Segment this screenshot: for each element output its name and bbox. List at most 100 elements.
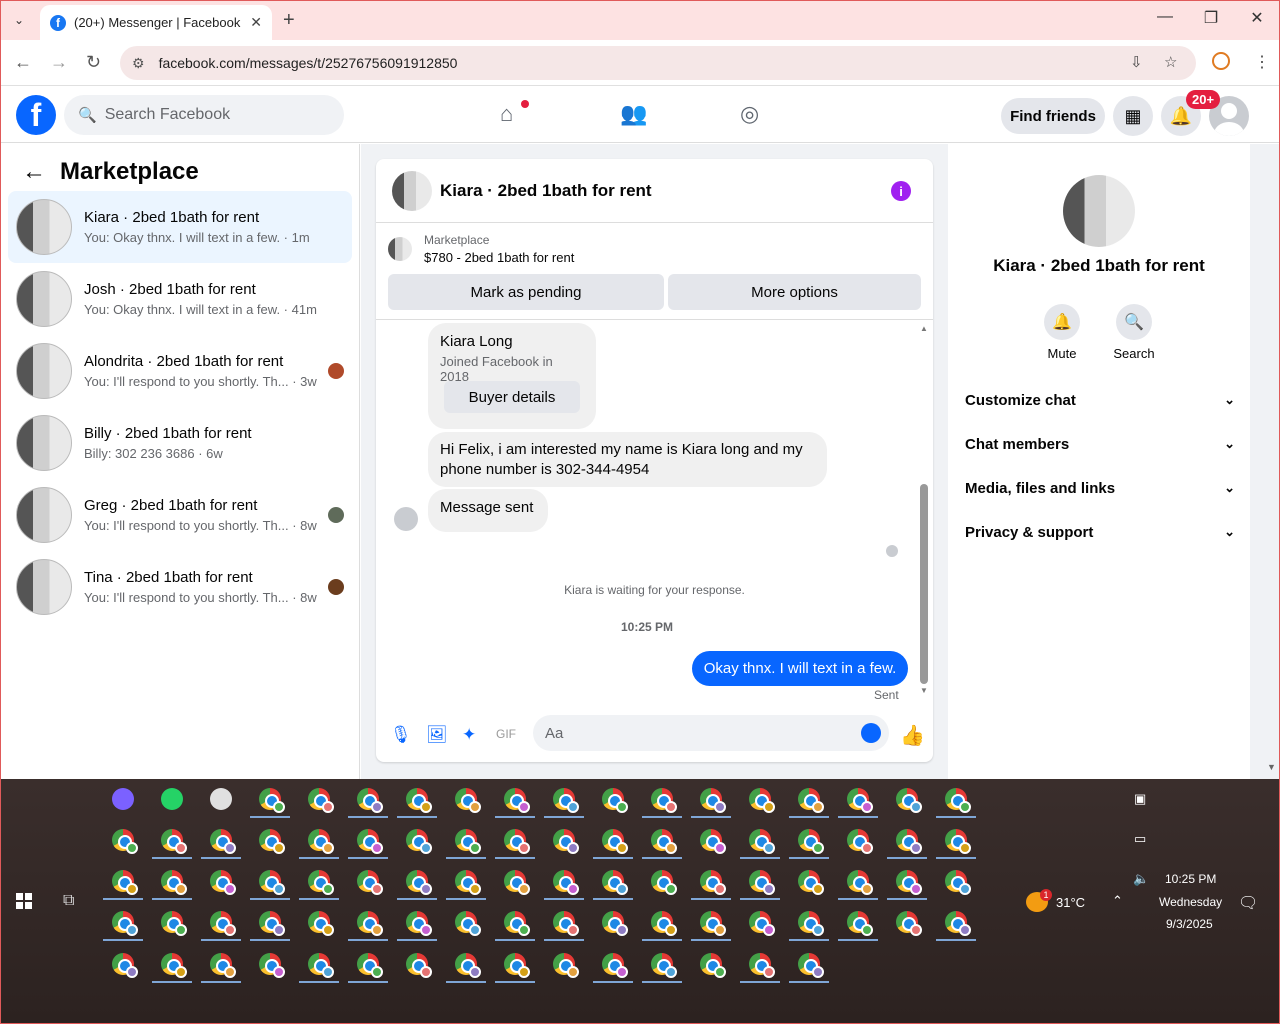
back-arrow-icon[interactable]: ← (22, 158, 46, 186)
find-friends-button[interactable]: Find friends (1001, 98, 1105, 134)
chrome-profile-icon[interactable] (700, 870, 726, 895)
chrome-profile-icon[interactable] (798, 911, 824, 936)
chrome-profile-icon[interactable] (896, 788, 922, 813)
section-chat-members[interactable]: Chat members ⌄ (965, 436, 1235, 453)
chrome-profile-icon[interactable] (259, 870, 285, 895)
chrome-profile-icon[interactable] (896, 911, 922, 936)
conversation-item[interactable]: Greg · 2bed 1bath for rent You: I'll res… (8, 479, 352, 551)
section-privacy-support[interactable]: Privacy & support ⌄ (965, 524, 1235, 541)
chrome-profile-icon[interactable] (847, 829, 873, 854)
chrome-profile-icon[interactable] (945, 788, 971, 813)
menu-grid-icon[interactable]: ▦ (1113, 96, 1153, 136)
chrome-profile-icon[interactable] (259, 953, 285, 978)
chrome-profile-icon[interactable] (504, 788, 530, 813)
section-customize-chat[interactable]: Customize chat ⌄ (965, 392, 1235, 409)
chrome-profile-icon[interactable] (749, 911, 775, 936)
chrome-profile-icon[interactable] (406, 870, 432, 895)
friends-icon[interactable]: 👥 (620, 101, 647, 127)
temperature[interactable]: 31°C (1056, 895, 1085, 910)
bookmark-star-icon[interactable]: ☆ (1164, 53, 1177, 71)
chrome-profile-icon[interactable] (406, 911, 432, 936)
back-icon[interactable]: ← (14, 52, 32, 73)
chrome-profile-icon[interactable] (798, 788, 824, 813)
chrome-profile-icon[interactable] (112, 870, 138, 895)
chrome-profile-icon[interactable] (161, 953, 187, 978)
chrome-profile-icon[interactable] (700, 953, 726, 978)
close-tab-icon[interactable]: ✕ (250, 14, 262, 31)
notification-center-icon[interactable]: 🗨 (1238, 893, 1258, 913)
scroll-down-icon[interactable]: ▼ (920, 686, 928, 695)
gif-icon[interactable]: GIF (496, 727, 516, 741)
forward-icon[interactable]: → (50, 52, 68, 73)
browser-tab[interactable]: f (20+) Messenger | Facebook ✕ (40, 5, 272, 40)
emoji-icon[interactable] (861, 723, 881, 743)
windows-start-icon[interactable] (16, 893, 32, 909)
groups-icon[interactable]: ◎ (740, 101, 759, 127)
chrome-profile-icon[interactable] (651, 911, 677, 936)
close-window-icon[interactable]: ✕ (1242, 8, 1272, 28)
scroll-up-icon[interactable]: ▲ (920, 324, 928, 333)
chrome-profile-icon[interactable] (455, 911, 481, 936)
chrome-profile-icon[interactable] (602, 870, 628, 895)
chrome-profile-icon[interactable] (357, 870, 383, 895)
reload-icon[interactable]: ↻ (86, 52, 101, 73)
chrome-profile-icon[interactable] (945, 870, 971, 895)
chrome-profile-icon[interactable] (896, 829, 922, 854)
install-app-icon[interactable]: ⇩ (1130, 53, 1143, 71)
chrome-profile-icon[interactable] (553, 870, 579, 895)
conversation-item[interactable]: Tina · 2bed 1bath for rent You: I'll res… (8, 551, 352, 623)
chrome-profile-icon[interactable] (749, 829, 775, 854)
info-icon[interactable]: i (891, 181, 911, 201)
tab-search-chevron-icon[interactable]: ⌄ (6, 8, 32, 32)
facebook-logo-icon[interactable]: f (16, 95, 56, 135)
paint-icon[interactable] (210, 788, 232, 810)
chrome-profile-icon[interactable] (553, 829, 579, 854)
chrome-profile-icon[interactable] (651, 953, 677, 978)
chat-scrollbar[interactable]: ▲ ▼ (918, 324, 930, 695)
chrome-profile-icon[interactable] (700, 911, 726, 936)
listing-summary[interactable]: Marketplace $780 - 2bed 1bath for rent (388, 233, 574, 265)
chrome-profile-icon[interactable] (749, 953, 775, 978)
chrome-profile-icon[interactable] (602, 911, 628, 936)
chat-title[interactable]: Kiara · 2bed 1bath for rent (440, 181, 652, 201)
scroll-thumb[interactable] (920, 484, 928, 684)
chrome-profile-icon[interactable] (504, 911, 530, 936)
chrome-profile-icon[interactable] (847, 911, 873, 936)
clock-time[interactable]: 10:25 PM (1165, 872, 1216, 886)
photo-icon[interactable]: 🖼 (426, 725, 448, 745)
thumbs-up-icon[interactable]: 👍 (900, 723, 925, 748)
chrome-profile-icon[interactable] (455, 870, 481, 895)
minimize-icon[interactable]: — (1150, 8, 1180, 26)
chrome-profile-icon[interactable] (455, 953, 481, 978)
chrome-profile-icon[interactable] (308, 829, 334, 854)
chrome-profile-icon[interactable] (308, 788, 334, 813)
chrome-profile-icon[interactable] (896, 870, 922, 895)
facebook-search-input[interactable]: 🔍 Search Facebook (64, 95, 344, 135)
conversation-item[interactable]: Alondrita · 2bed 1bath for rent You: I'l… (8, 335, 352, 407)
sticker-icon[interactable]: ✦ (462, 725, 476, 745)
chrome-profile-icon[interactable] (259, 829, 285, 854)
page-scroll-down-icon[interactable]: ▼ (1267, 762, 1276, 772)
chrome-profile-icon[interactable] (651, 870, 677, 895)
chrome-profile-icon[interactable] (357, 911, 383, 936)
chrome-profile-icon[interactable] (357, 829, 383, 854)
chrome-profile-icon[interactable] (945, 829, 971, 854)
conversation-item[interactable]: Kiara · 2bed 1bath for rent You: Okay th… (8, 191, 352, 263)
mark-as-pending-button[interactable]: Mark as pending (388, 274, 664, 310)
chrome-profile-icon[interactable] (700, 829, 726, 854)
chrome-profile-icon[interactable] (749, 788, 775, 813)
whatsapp-icon[interactable] (161, 788, 183, 810)
section-media-files-links[interactable]: Media, files and links ⌄ (965, 480, 1235, 497)
chrome-profile-icon[interactable] (700, 788, 726, 813)
chrome-profile-icon[interactable] (553, 788, 579, 813)
chrome-profile-icon[interactable] (112, 829, 138, 854)
home-icon[interactable]: ⌂ (500, 101, 513, 127)
chrome-profile-icon[interactable] (406, 788, 432, 813)
chrome-profile-icon[interactable] (749, 870, 775, 895)
chrome-profile-icon[interactable] (504, 953, 530, 978)
browser-profile-icon[interactable] (1212, 52, 1230, 70)
tray-icon[interactable]: ▭ (1134, 831, 1146, 847)
chrome-profile-icon[interactable] (847, 788, 873, 813)
chrome-profile-icon[interactable] (602, 829, 628, 854)
site-info-icon[interactable]: ⚙ (132, 55, 145, 72)
